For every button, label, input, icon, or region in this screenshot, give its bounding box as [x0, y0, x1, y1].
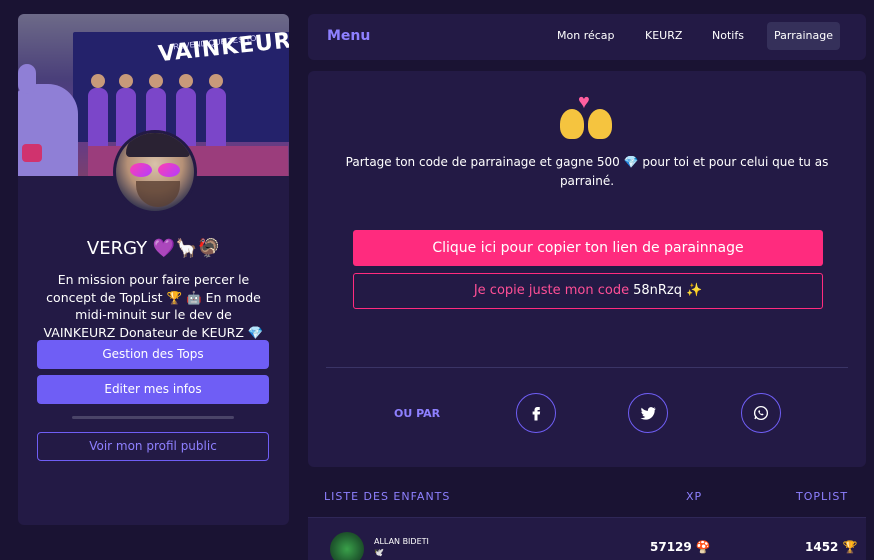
profile-username: VERGY 💜🦙🦃: [86, 238, 221, 259]
profile-card: REVENDIQUE TES TO VAINKEURZ.C VERGY 💜🦙🦃 …: [18, 14, 289, 525]
child-badge-icon: 🕊️: [374, 548, 384, 557]
divider: [72, 416, 234, 419]
child-toplist: 1452 🏆: [805, 540, 858, 554]
header-toplist: TOPLIST: [796, 490, 849, 503]
referral-code: 58nRzq: [633, 283, 682, 298]
share-facebook-button[interactable]: [516, 393, 556, 433]
tab-parrainage[interactable]: Parrainage: [767, 22, 840, 50]
or-label: OU PAR: [394, 407, 441, 420]
facebook-icon: [532, 407, 541, 421]
tab-notifs[interactable]: Notifs: [705, 22, 751, 50]
section-divider: [326, 367, 848, 368]
cover-llama-mascot: [18, 64, 78, 176]
header-children-list: LISTE DES ENFANTS: [324, 490, 451, 503]
referral-card: ♥ Partage ton code de parrainage et gagn…: [308, 71, 866, 467]
cover-person: [206, 74, 226, 154]
twitter-icon: [640, 407, 656, 420]
public-profile-button[interactable]: Voir mon profil public: [37, 432, 269, 461]
menu-title: Menu: [327, 28, 371, 44]
tab-keurz[interactable]: KEURZ: [638, 22, 689, 50]
child-name: ALLAN BIDETI: [374, 537, 429, 546]
child-avatar[interactable]: [330, 532, 364, 560]
table-row[interactable]: ALLAN BIDETI 🕊️ 57129 🍄 1452 🏆: [308, 517, 866, 560]
whatsapp-icon: [753, 405, 769, 421]
kiss-emoji-icon: ♥: [558, 91, 614, 139]
copy-referral-code-button[interactable]: Je copie juste mon code 58nRzq ✨: [353, 273, 823, 309]
top-nav: Menu Mon récap KEURZ Notifs Parrainage: [308, 14, 866, 60]
cover-small-mascot: [22, 144, 42, 162]
edit-info-button[interactable]: Editer mes infos: [37, 375, 269, 404]
share-twitter-button[interactable]: [628, 393, 668, 433]
copy-referral-link-button[interactable]: Clique ici pour copier ton lien de parai…: [353, 230, 823, 266]
avatar[interactable]: [113, 130, 197, 214]
avatar-beard: [136, 181, 180, 207]
referral-description: Partage ton code de parrainage et gagne …: [345, 155, 829, 188]
avatar-hair: [126, 133, 190, 157]
sparkle-icon: ✨: [685, 283, 703, 298]
profile-bio: En mission pour faire percer le concept …: [43, 272, 264, 340]
header-xp: XP: [686, 490, 703, 503]
share-whatsapp-button[interactable]: [741, 393, 781, 433]
children-table-header: LISTE DES ENFANTS XP TOPLIST: [308, 490, 866, 510]
copy-code-label: Je copie juste mon code: [473, 283, 630, 298]
cover-person: [88, 74, 108, 154]
avatar-glasses: [130, 163, 182, 177]
child-xp: 57129 🍄: [650, 540, 711, 554]
manage-tops-button[interactable]: Gestion des Tops: [37, 340, 269, 369]
tab-mon-recap[interactable]: Mon récap: [550, 22, 622, 50]
